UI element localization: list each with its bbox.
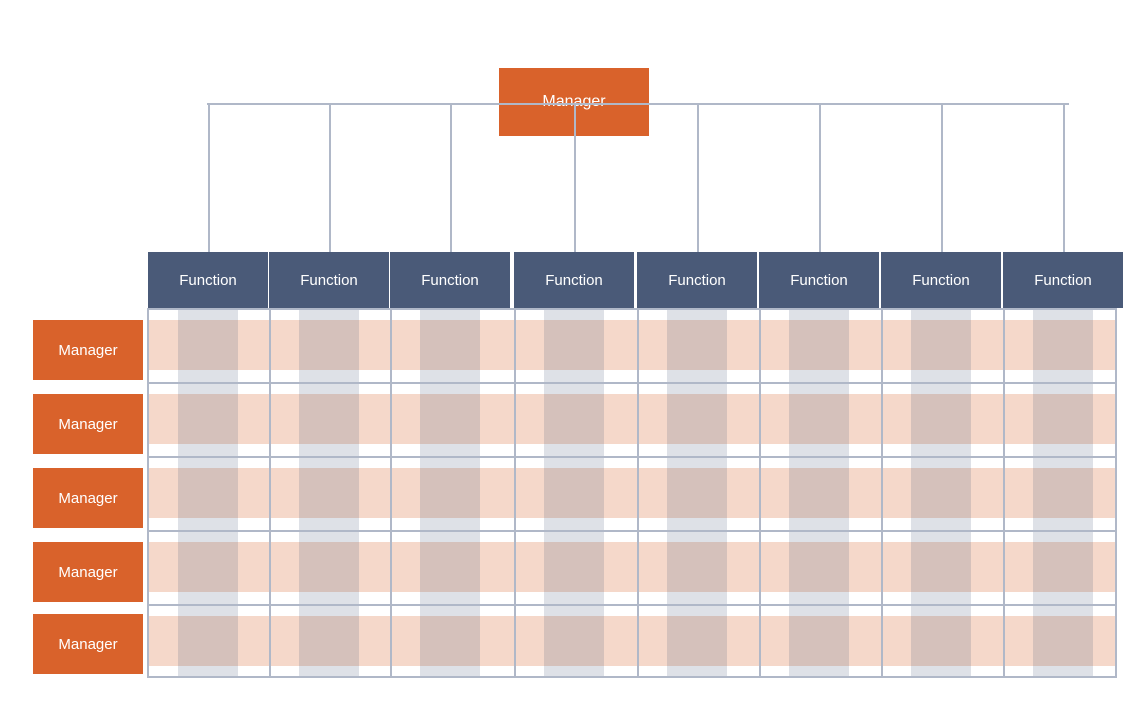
h-grid-line-0 xyxy=(147,382,1117,384)
manager-box-2: Manager xyxy=(33,468,143,528)
vline-5 xyxy=(819,103,821,255)
v-grid-line-3 xyxy=(637,308,639,678)
manager-box-1: Manager xyxy=(33,394,143,454)
function-box-4: Function xyxy=(637,252,757,308)
v-grid-line-5 xyxy=(881,308,883,678)
h-grid-line-3 xyxy=(147,604,1117,606)
h-grid-line-2 xyxy=(147,530,1117,532)
grid-border xyxy=(147,308,1117,678)
vline-0 xyxy=(208,103,210,255)
vline-2 xyxy=(450,103,452,255)
function-box-5: Function xyxy=(759,252,879,308)
function-box-0: Function xyxy=(148,252,268,308)
function-box-2: Function xyxy=(390,252,510,308)
function-box-3: Function xyxy=(514,252,634,308)
diagram-container: Manager Function Function Function Funct… xyxy=(0,0,1148,724)
function-box-7: Function xyxy=(1003,252,1123,308)
manager-box-0: Manager xyxy=(33,320,143,380)
v-grid-line-1 xyxy=(390,308,392,678)
vline-3 xyxy=(574,103,576,255)
h-grid-line-1 xyxy=(147,456,1117,458)
vline-6 xyxy=(941,103,943,255)
manager-box-3: Manager xyxy=(33,542,143,602)
v-grid-line-6 xyxy=(1003,308,1005,678)
vline-1 xyxy=(329,103,331,255)
v-grid-line-4 xyxy=(759,308,761,678)
vline-4 xyxy=(697,103,699,255)
function-box-1: Function xyxy=(269,252,389,308)
v-grid-line-2 xyxy=(514,308,516,678)
function-box-6: Function xyxy=(881,252,1001,308)
v-grid-line-0 xyxy=(269,308,271,678)
top-horizontal-line xyxy=(207,103,1069,105)
vline-7 xyxy=(1063,103,1065,255)
manager-box-4: Manager xyxy=(33,614,143,674)
